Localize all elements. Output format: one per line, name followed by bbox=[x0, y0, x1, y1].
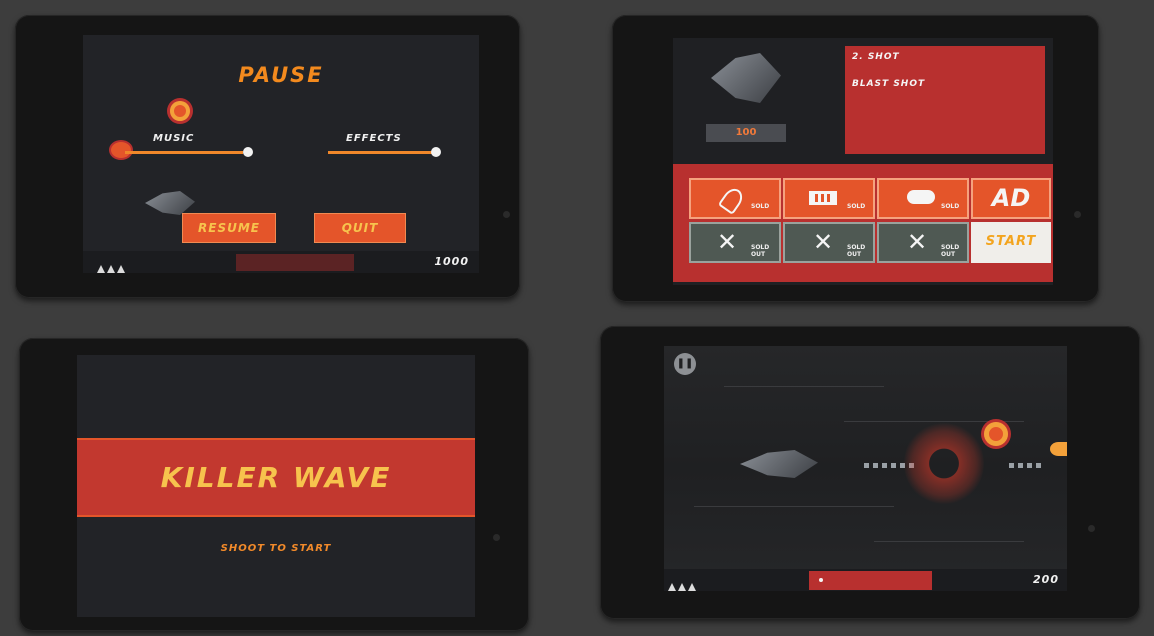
cross-icon: ✕ bbox=[717, 228, 738, 256]
radar-minimap bbox=[236, 254, 354, 271]
title-banner: KILLER WAVE bbox=[77, 438, 475, 517]
effects-label: EFFECTS bbox=[346, 133, 402, 144]
enemy-orb-icon bbox=[1050, 442, 1067, 456]
effects-slider[interactable] bbox=[328, 145, 448, 159]
music-orb-icon bbox=[170, 101, 190, 121]
camera-dot bbox=[503, 211, 510, 218]
music-slider-knob[interactable] bbox=[243, 147, 253, 157]
game-title: KILLER WAVE bbox=[160, 461, 392, 494]
pill-icon bbox=[907, 190, 935, 204]
score-display: 1000 bbox=[434, 255, 469, 268]
bullet-trail bbox=[1009, 463, 1044, 468]
player-ship-icon bbox=[145, 191, 195, 215]
quit-button[interactable]: QUIT bbox=[315, 214, 405, 242]
sold-label: SOLD bbox=[751, 203, 770, 210]
music-slider-handle-icon[interactable] bbox=[111, 142, 131, 158]
shop-ship-preview-icon bbox=[711, 53, 781, 103]
music-label: MUSIC bbox=[153, 133, 195, 144]
pause-button[interactable]: ❚❚ bbox=[674, 353, 696, 375]
speed-streak bbox=[724, 386, 884, 387]
sold-label: SOLD bbox=[941, 203, 960, 210]
life-icon bbox=[678, 583, 686, 591]
life-icon bbox=[107, 265, 115, 273]
life-icon bbox=[97, 265, 105, 273]
tablet-gameplay: ❚❚ 200 bbox=[600, 326, 1140, 619]
enemy-orb-icon bbox=[984, 422, 1008, 446]
life-icon bbox=[668, 583, 676, 591]
effects-slider-knob[interactable] bbox=[431, 147, 441, 157]
tablet-shop: 100 2. SHOT BLAST SHOT SOLD SOLD SOLD AD… bbox=[612, 15, 1099, 302]
shop-grid-panel: SOLD SOLD SOLD AD ✕ SOLD OUT ✕ SOLD OUT … bbox=[673, 164, 1053, 282]
player-ship-icon bbox=[740, 450, 818, 478]
title-screen: KILLER WAVE SHOOT TO START bbox=[77, 355, 475, 617]
resume-button[interactable]: RESUME bbox=[183, 214, 275, 242]
camera-dot bbox=[493, 534, 500, 541]
item-info-panel: 2. SHOT BLAST SHOT bbox=[845, 46, 1045, 154]
shop-item-battery[interactable]: SOLD bbox=[783, 178, 875, 219]
gameplay-screen: ❚❚ 200 bbox=[664, 346, 1067, 591]
lives-indicator bbox=[668, 576, 698, 591]
gameplay-hud-bar: 200 bbox=[664, 569, 1067, 591]
item-title: 2. SHOT bbox=[852, 52, 900, 62]
shop-item-sold-out: ✕ SOLD OUT bbox=[689, 222, 781, 263]
shoot-to-start-prompt[interactable]: SHOOT TO START bbox=[77, 543, 475, 554]
item-description: BLAST SHOT bbox=[852, 79, 926, 89]
sold-out-label: SOLD OUT bbox=[751, 244, 770, 258]
tablet-title: KILLER WAVE SHOOT TO START bbox=[19, 338, 529, 631]
camera-dot bbox=[1074, 211, 1081, 218]
speed-streak bbox=[874, 541, 1024, 542]
life-icon bbox=[688, 583, 696, 591]
camera-dot bbox=[1088, 525, 1095, 532]
ad-label: AD bbox=[991, 184, 1031, 212]
pause-title: PAUSE bbox=[238, 63, 324, 87]
explosion-particles-icon bbox=[904, 421, 984, 506]
pause-hud-bar: 1000 bbox=[83, 251, 479, 273]
start-label: START bbox=[985, 234, 1037, 249]
rocket-icon bbox=[717, 185, 747, 215]
shop-screen: 100 2. SHOT BLAST SHOT SOLD SOLD SOLD AD… bbox=[673, 38, 1053, 285]
start-button[interactable]: START bbox=[971, 222, 1051, 263]
life-icon bbox=[117, 265, 125, 273]
tablet-pause: PAUSE MUSIC EFFECTS RESUME QUIT 1000 bbox=[15, 15, 520, 298]
music-slider-track bbox=[125, 151, 243, 154]
shop-item-pill[interactable]: SOLD bbox=[877, 178, 969, 219]
radar-player-dot bbox=[819, 578, 823, 582]
shop-item-sold-out: ✕ SOLD OUT bbox=[877, 222, 969, 263]
speed-streak bbox=[694, 506, 894, 507]
shop-item-sold-out: ✕ SOLD OUT bbox=[783, 222, 875, 263]
score-display: 200 bbox=[1033, 573, 1059, 586]
radar-minimap bbox=[809, 571, 932, 590]
sold-out-label: SOLD OUT bbox=[847, 244, 866, 258]
watch-ad-button[interactable]: AD bbox=[971, 178, 1051, 219]
sold-label: SOLD bbox=[847, 203, 866, 210]
lives-indicator bbox=[97, 258, 127, 273]
music-slider[interactable] bbox=[111, 142, 253, 159]
effects-slider-track bbox=[328, 151, 434, 154]
sold-out-label: SOLD OUT bbox=[941, 244, 960, 258]
cross-icon: ✕ bbox=[907, 228, 928, 256]
price-tag: 100 bbox=[706, 124, 786, 142]
cross-icon: ✕ bbox=[813, 228, 834, 256]
battery-icon bbox=[809, 191, 837, 205]
pause-screen: PAUSE MUSIC EFFECTS RESUME QUIT 1000 bbox=[83, 35, 479, 273]
shop-item-rocket[interactable]: SOLD bbox=[689, 178, 781, 219]
